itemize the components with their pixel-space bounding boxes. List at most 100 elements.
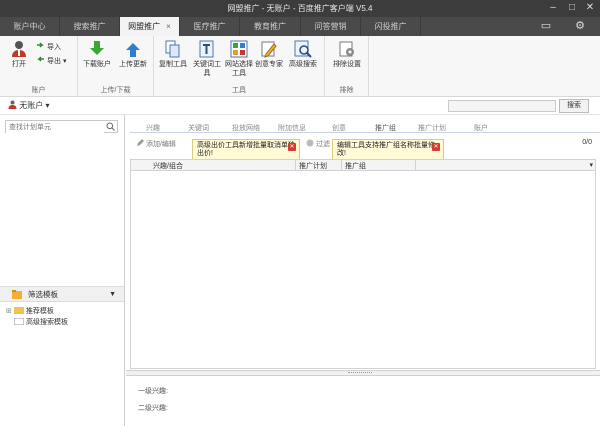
site-select-tool-button[interactable]: 网站选择工具 [224, 40, 254, 78]
copy-tool-button[interactable]: 复制工具 [158, 40, 188, 69]
import-icon [37, 42, 44, 48]
advanced-search-icon [294, 40, 312, 58]
column-header-interest[interactable]: 兴趣/组合 [153, 161, 183, 171]
subtab-extra-info[interactable]: 附加信息 [278, 123, 306, 133]
tab-medical-promotion[interactable]: 医疗推广 [180, 17, 240, 36]
export-icon [37, 56, 44, 62]
search-button[interactable]: 搜索 [559, 99, 589, 113]
subtab-plan[interactable]: 推广计划 [418, 123, 446, 133]
tip-bid-tool: 高级出价工具新增批量取消单独出价! ✕ [192, 139, 300, 161]
subtab-creative[interactable]: 创意 [332, 123, 346, 133]
pencil-icon [261, 41, 277, 58]
tab-search-promotion[interactable]: 搜索推广 [60, 17, 120, 36]
tip-edit-tool: 编辑工具支持推广组名称批量修改! ✕ [332, 139, 444, 161]
subtab-interest[interactable]: 兴趣 [146, 123, 160, 133]
tree-item-recommended[interactable]: ⊞ 推荐模板 [6, 307, 54, 317]
search-icon[interactable] [106, 122, 115, 131]
creative-expert-button[interactable]: 创意专家 [254, 40, 284, 69]
ribbon-toolbar: 打开 导入 导出 ▾ 账户 下载账户 上传更新 上传/下载 复制工具 关键词工具 [0, 36, 600, 97]
folder-icon [13, 307, 24, 314]
group-label-tools: 工具 [232, 87, 246, 94]
level-tabs: 兴趣 关键词 投放网络 附加信息 创意 推广组 推广计划 账户 [130, 121, 600, 133]
tab-union-promotion[interactable]: 网盟推广 × [120, 17, 180, 36]
account-bar: 无账户 ▾ 搜索 [0, 97, 600, 115]
window-title: 网盟推广 - 无账户 - 百度推广客户端 V5.4 [227, 4, 373, 13]
message-icon[interactable]: ▭ [538, 19, 554, 34]
tab-close-icon[interactable]: × [166, 22, 171, 31]
upload-update-button[interactable]: 上传更新 [118, 40, 148, 69]
chevron-down-icon[interactable]: ▼ [109, 287, 116, 302]
subtab-ad-group[interactable]: 推广组 [375, 123, 396, 133]
level1-interest-label: 一级兴趣: [138, 388, 168, 395]
tip-edit-tool-text: 编辑工具支持推广组名称批量修改! [337, 142, 435, 157]
keyword-icon [199, 40, 214, 58]
column-divider [341, 160, 342, 171]
column-chooser-icon[interactable]: ▾ [589, 161, 593, 169]
tab-qa-marketing[interactable]: 问答营销 [301, 17, 361, 36]
group-label-account: 账户 [31, 87, 46, 94]
column-header-plan[interactable]: 推广计划 [299, 161, 327, 171]
copy-icon [165, 40, 180, 58]
title-bar: 网盟推广 - 无账户 - 百度推广客户端 V5.4 – □ ✕ [0, 0, 600, 17]
download-account-button[interactable]: 下载账户 [82, 40, 112, 69]
user-small-icon [8, 100, 17, 109]
tab-education-promotion[interactable]: 教育推广 [240, 17, 301, 36]
main-area: 兴趣 关键词 投放网络 附加信息 创意 推广组 推广计划 账户 添加/编辑 过滤… [126, 115, 600, 426]
column-divider [295, 160, 296, 171]
maximize-icon[interactable]: □ [565, 1, 579, 15]
tip-close-icon[interactable]: ✕ [432, 143, 440, 151]
tab-account-center[interactable]: 账户中心 [0, 17, 60, 36]
account-selector[interactable]: 无账户 ▾ [8, 100, 49, 111]
gear-icon[interactable]: ⚙ [572, 19, 588, 34]
import-button[interactable]: 导入 [36, 41, 61, 53]
splitter-grip[interactable] [348, 372, 372, 374]
template-icon [14, 318, 24, 325]
filter-icon [306, 139, 314, 147]
minimize-icon[interactable]: – [546, 1, 560, 15]
account-name: 无账户 [19, 101, 44, 110]
level2-interest-label: 二级兴趣: [138, 405, 168, 412]
expand-icon[interactable]: ⊞ [6, 308, 12, 315]
tree-item-advanced[interactable]: 高级搜索模板 [14, 318, 68, 328]
ribbon-group-account: 打开 导入 导出 ▾ 账户 [0, 36, 78, 97]
column-header-group[interactable]: 推广组 [345, 161, 366, 171]
group-label-updown: 上传/下载 [100, 87, 131, 94]
left-panel: 筛选模板 ▼ ⊞ 推荐模板 高级搜索模板 [0, 115, 125, 426]
tab-flash-promotion[interactable]: 闪投推广 [361, 17, 421, 36]
download-icon [90, 41, 104, 55]
plan-search-box [5, 120, 118, 133]
group-label-exclude: 排除 [339, 87, 354, 94]
filter-template-icon [12, 290, 22, 299]
account-search-input[interactable] [448, 100, 556, 112]
exclude-settings-button[interactable]: 排除设置 [330, 40, 364, 69]
user-icon [12, 41, 26, 57]
upload-icon [126, 43, 140, 57]
ribbon-group-exclude: 排除设置 排除 [325, 36, 369, 97]
filter-button[interactable]: 过滤 [306, 139, 330, 149]
subtab-account[interactable]: 账户 [474, 123, 488, 133]
tip-close-icon[interactable]: ✕ [288, 143, 296, 151]
subtab-network[interactable]: 投放网络 [232, 123, 260, 133]
data-grid: 兴趣/组合 推广计划 推广组 ▾ [130, 159, 596, 369]
filter-template-header[interactable]: 筛选模板 ▼ [0, 286, 124, 302]
add-edit-button[interactable]: 添加/编辑 [136, 139, 176, 149]
plan-search-input[interactable] [6, 122, 104, 133]
open-button[interactable]: 打开 [4, 40, 34, 69]
advanced-search-button[interactable]: 高级搜索 [288, 40, 318, 69]
tip-bid-tool-text: 高级出价工具新增批量取消单独出价! [197, 142, 295, 157]
column-divider [415, 160, 416, 171]
site-grid-icon [230, 40, 248, 58]
filter-template-title: 筛选模板 [28, 290, 58, 299]
record-count: 0/0 [582, 139, 592, 146]
export-button[interactable]: 导出 ▾ [36, 55, 66, 67]
ribbon-group-tools: 复制工具 关键词工具 网站选择工具 创意专家 高级搜索 工具 [154, 36, 325, 97]
module-tab-bar: 账户中心 搜索推广 网盟推广 × 医疗推广 教育推广 问答营销 闪投推广 ▭ ⚙ [0, 17, 600, 36]
grid-header: 兴趣/组合 推广计划 推广组 ▾ [131, 160, 595, 171]
edit-icon [137, 139, 144, 146]
subtab-keyword[interactable]: 关键词 [188, 123, 209, 133]
keyword-tool-button[interactable]: 关键词工具 [192, 40, 222, 78]
panel-splitter[interactable] [126, 370, 600, 376]
exclude-settings-icon [339, 41, 354, 57]
ribbon-group-updown: 下载账户 上传更新 上传/下载 [78, 36, 154, 97]
close-icon[interactable]: ✕ [583, 1, 597, 15]
